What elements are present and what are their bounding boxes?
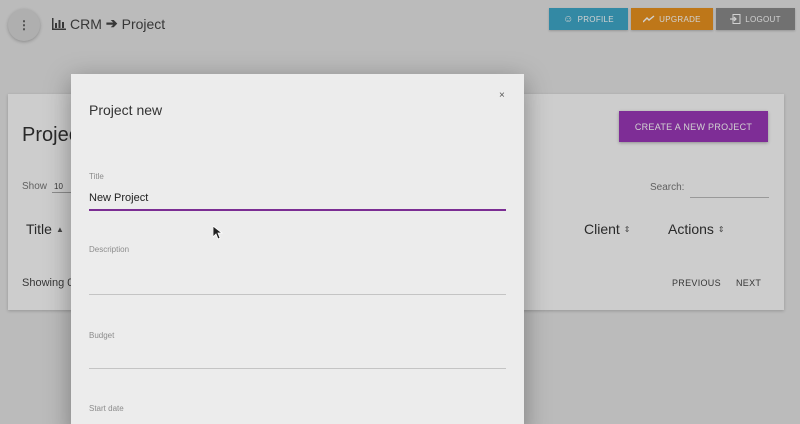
budget-field-label: Budget bbox=[89, 331, 115, 340]
start-date-field-label: Start date bbox=[89, 404, 124, 413]
mouse-pointer-icon bbox=[213, 226, 223, 240]
title-field-label: Title bbox=[89, 172, 104, 181]
budget-field-underline bbox=[89, 368, 506, 369]
description-field-label: Description bbox=[89, 245, 130, 254]
title-field[interactable] bbox=[89, 190, 506, 206]
description-field[interactable] bbox=[89, 270, 506, 286]
budget-field[interactable] bbox=[89, 346, 506, 362]
close-icon[interactable]: × bbox=[499, 90, 505, 101]
project-new-dialog: Project new × Title Description Budget S… bbox=[71, 74, 524, 424]
description-field-underline bbox=[89, 294, 506, 295]
dialog-title: Project new bbox=[89, 102, 163, 118]
title-field-underline bbox=[89, 209, 506, 211]
